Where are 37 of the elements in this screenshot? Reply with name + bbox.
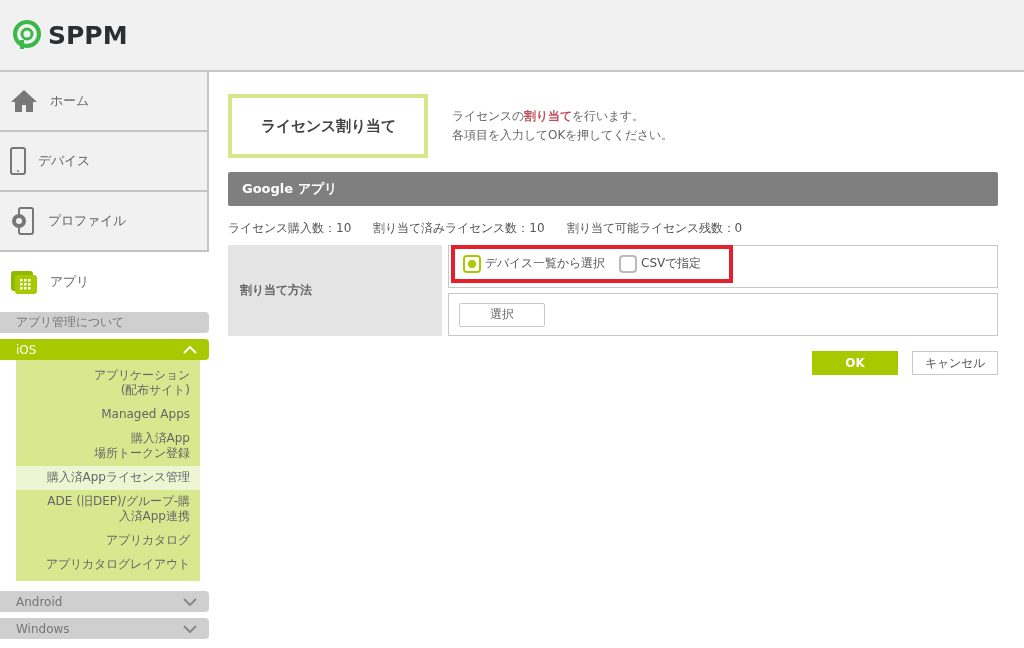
nav-item[interactable]: プロファイル (0, 192, 209, 252)
nav-item[interactable]: デバイス (0, 132, 209, 192)
chevron-down-icon (183, 597, 197, 606)
radio-option[interactable]: CSVで指定 (619, 254, 702, 273)
nav-item[interactable]: ホーム (0, 72, 209, 132)
submenu-item[interactable]: 購入済App 場所トークン登録 (16, 427, 200, 466)
form-label: 割り当て方法 (228, 245, 442, 336)
logo-icon (12, 20, 42, 50)
chevron-down-icon (183, 624, 197, 633)
submenu-item[interactable]: 購入済Appライセンス管理 (16, 466, 200, 490)
submenu-item[interactable]: Managed Apps (16, 403, 200, 427)
logo-text: SPPM (48, 20, 128, 50)
group-label: Android (16, 594, 63, 609)
page-description: ライセンスの割り当てを行います。 各項目を入力してOKを押してください。 (452, 108, 674, 144)
submenu-item[interactable]: ADE (旧DEP)/グループ-購 入済App連携 (16, 490, 200, 529)
chevron-up-icon (183, 345, 197, 354)
select-button[interactable]: 選択 (459, 302, 545, 327)
submenu-item[interactable]: アプリカタログレイアウト (16, 553, 200, 577)
menu-group-header[interactable]: Windows (0, 618, 209, 639)
page-title: ライセンス割り当て (228, 94, 428, 158)
menu-group-header[interactable]: Android (0, 591, 209, 612)
section-header: Google アプリ (228, 172, 998, 206)
group-label: iOS (16, 342, 37, 357)
home-icon (10, 89, 38, 113)
cancel-button[interactable]: キャンセル (912, 351, 998, 375)
license-stat: ライセンス購入数：10 (228, 220, 352, 237)
radio-box[interactable] (463, 254, 481, 273)
group-label: Windows (16, 621, 70, 636)
license-stat: 割り当て済みライセンス数：10 (373, 220, 545, 237)
submenu-item[interactable]: アプリケーション (配布サイト) (16, 364, 200, 403)
app-menu-link[interactable]: アプリ管理について (0, 312, 209, 333)
submenu-item[interactable]: アプリカタログ (16, 529, 200, 553)
app-grid-icon (10, 269, 38, 295)
license-stat: 割り当て可能ライセンス残数：0 (566, 220, 743, 237)
phone-icon (10, 147, 26, 175)
radio-box[interactable] (619, 254, 637, 273)
radio-option[interactable]: デバイス一覧から選択 (463, 254, 605, 273)
